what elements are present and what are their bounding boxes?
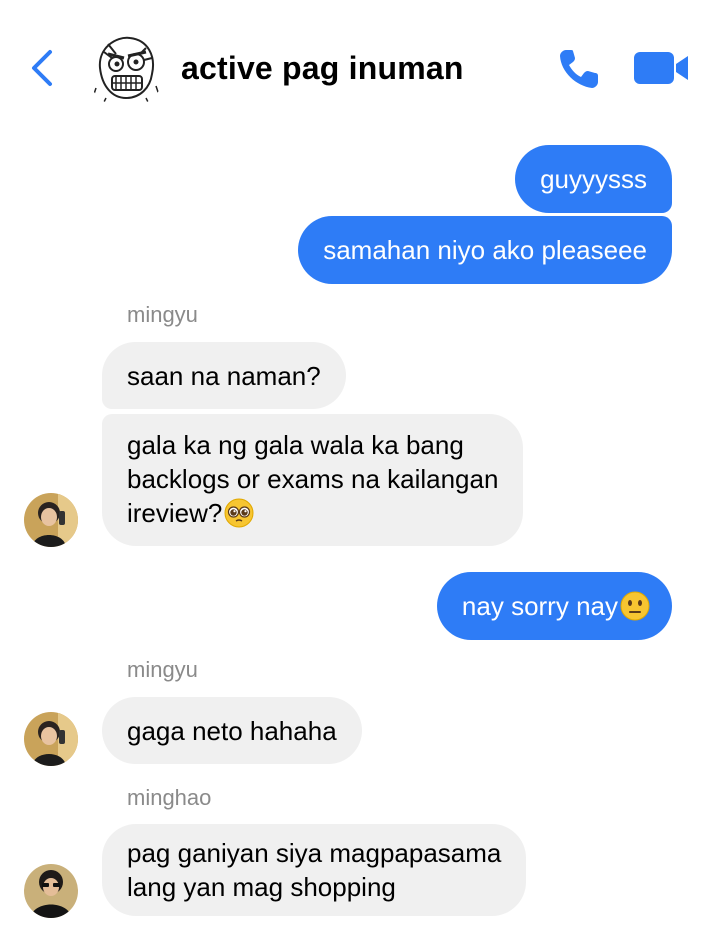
video-camera-icon[interactable] [632,48,692,88]
sender-name: mingyu [127,657,198,682]
user-photo-icon [24,493,78,547]
conversation-title: active pag inuman [181,50,464,86]
group-avatar[interactable] [86,28,166,108]
message-line: pag ganiyan siya magpapasama [127,838,502,868]
user-photo-icon [24,864,78,918]
chevron-left-icon[interactable] [28,48,58,88]
message-bubble-incoming[interactable]: saan na naman? [102,342,346,409]
message-text: guyyysss [540,164,647,194]
sender-name: minghao [127,785,212,810]
phone-icon[interactable] [556,46,604,90]
rage-face-icon [87,29,165,107]
message-bubble-outgoing[interactable]: samahan niyo ako pleaseee [298,216,672,284]
message-line: ireview? [127,498,223,528]
sender-name: mingyu [127,302,198,327]
neutral-face-emoji [620,591,650,621]
avatar-mingyu[interactable] [24,712,78,766]
message-line: gala ka ng gala wala ka bang [127,430,464,460]
user-photo-icon [24,712,78,766]
avatar-minghao[interactable] [24,864,78,918]
avatar-mingyu[interactable] [24,493,78,547]
message-bubble-outgoing[interactable]: nay sorry nay [436,572,672,640]
pleading-face-emoji [224,498,254,528]
message-text: gaga neto hahaha [127,716,337,746]
message-text: samahan niyo ako pleaseee [323,235,647,265]
message-bubble-incoming[interactable]: gaga neto hahaha [102,697,362,764]
message-bubble-outgoing[interactable]: guyyysss [515,145,672,213]
message-bubble-incoming[interactable]: pag ganiyan siya magpapasama lang yan ma… [102,824,527,916]
message-text: saan na naman? [127,361,321,391]
message-line: lang yan mag shopping [127,872,396,902]
message-bubble-incoming[interactable]: gala ka ng gala wala ka bang backlogs or… [102,414,524,546]
message-text: nay sorry nay [461,591,618,621]
message-line: backlogs or exams na kailangan [127,464,499,494]
chat-header: active pag inuman [0,0,720,130]
